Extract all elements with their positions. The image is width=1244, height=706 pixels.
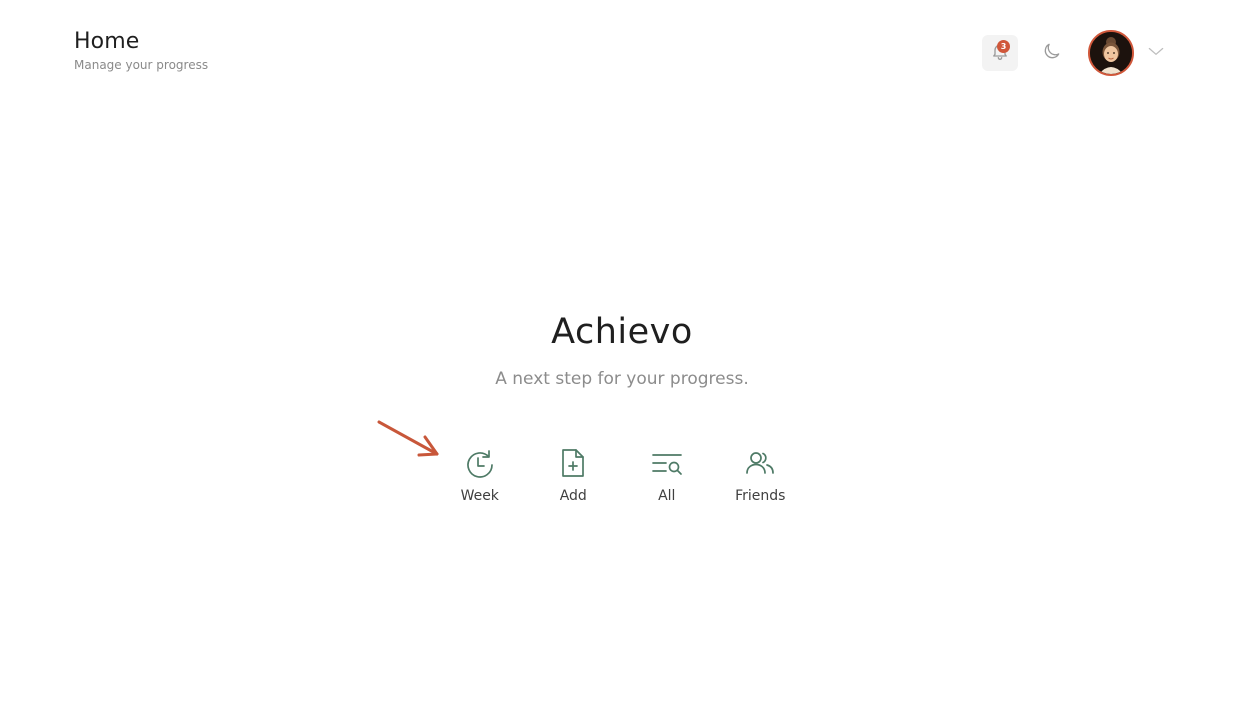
theme-toggle[interactable] xyxy=(1038,39,1066,67)
page-subtitle: Manage your progress xyxy=(74,58,209,72)
history-icon xyxy=(464,446,496,480)
notification-count-badge: 3 xyxy=(997,40,1010,53)
avatar[interactable] xyxy=(1088,30,1134,76)
action-all[interactable]: All xyxy=(620,446,714,505)
brand-tagline: A next step for your progress. xyxy=(495,369,749,389)
page-header: Home Manage your progress xyxy=(74,28,208,72)
brand-title: Achievo xyxy=(551,312,693,352)
moon-icon xyxy=(1042,41,1062,65)
page-title: Home xyxy=(74,29,140,54)
action-label: Week xyxy=(460,488,499,504)
action-label: Add xyxy=(559,488,587,504)
action-label: Friends xyxy=(735,488,786,504)
add-file-icon xyxy=(557,446,589,480)
account-menu-toggle[interactable] xyxy=(1144,41,1168,65)
list-search-icon xyxy=(651,446,683,480)
hero: Achievo A next step for your progress. xyxy=(0,310,1244,390)
action-friends[interactable]: Friends xyxy=(714,446,808,505)
header-toolbar: 3 xyxy=(982,30,1168,76)
action-week[interactable]: Week xyxy=(433,446,527,505)
notifications-button[interactable]: 3 xyxy=(982,35,1018,71)
action-add[interactable]: Add xyxy=(527,446,621,505)
chevron-down-icon xyxy=(1146,41,1166,65)
page: Home Manage your progress 3 Achievo A ne… xyxy=(0,0,1244,706)
users-icon xyxy=(744,446,776,480)
quick-actions: Week Add All Friends xyxy=(433,446,807,505)
avatar-image xyxy=(1090,32,1132,74)
action-label: All xyxy=(658,488,676,504)
